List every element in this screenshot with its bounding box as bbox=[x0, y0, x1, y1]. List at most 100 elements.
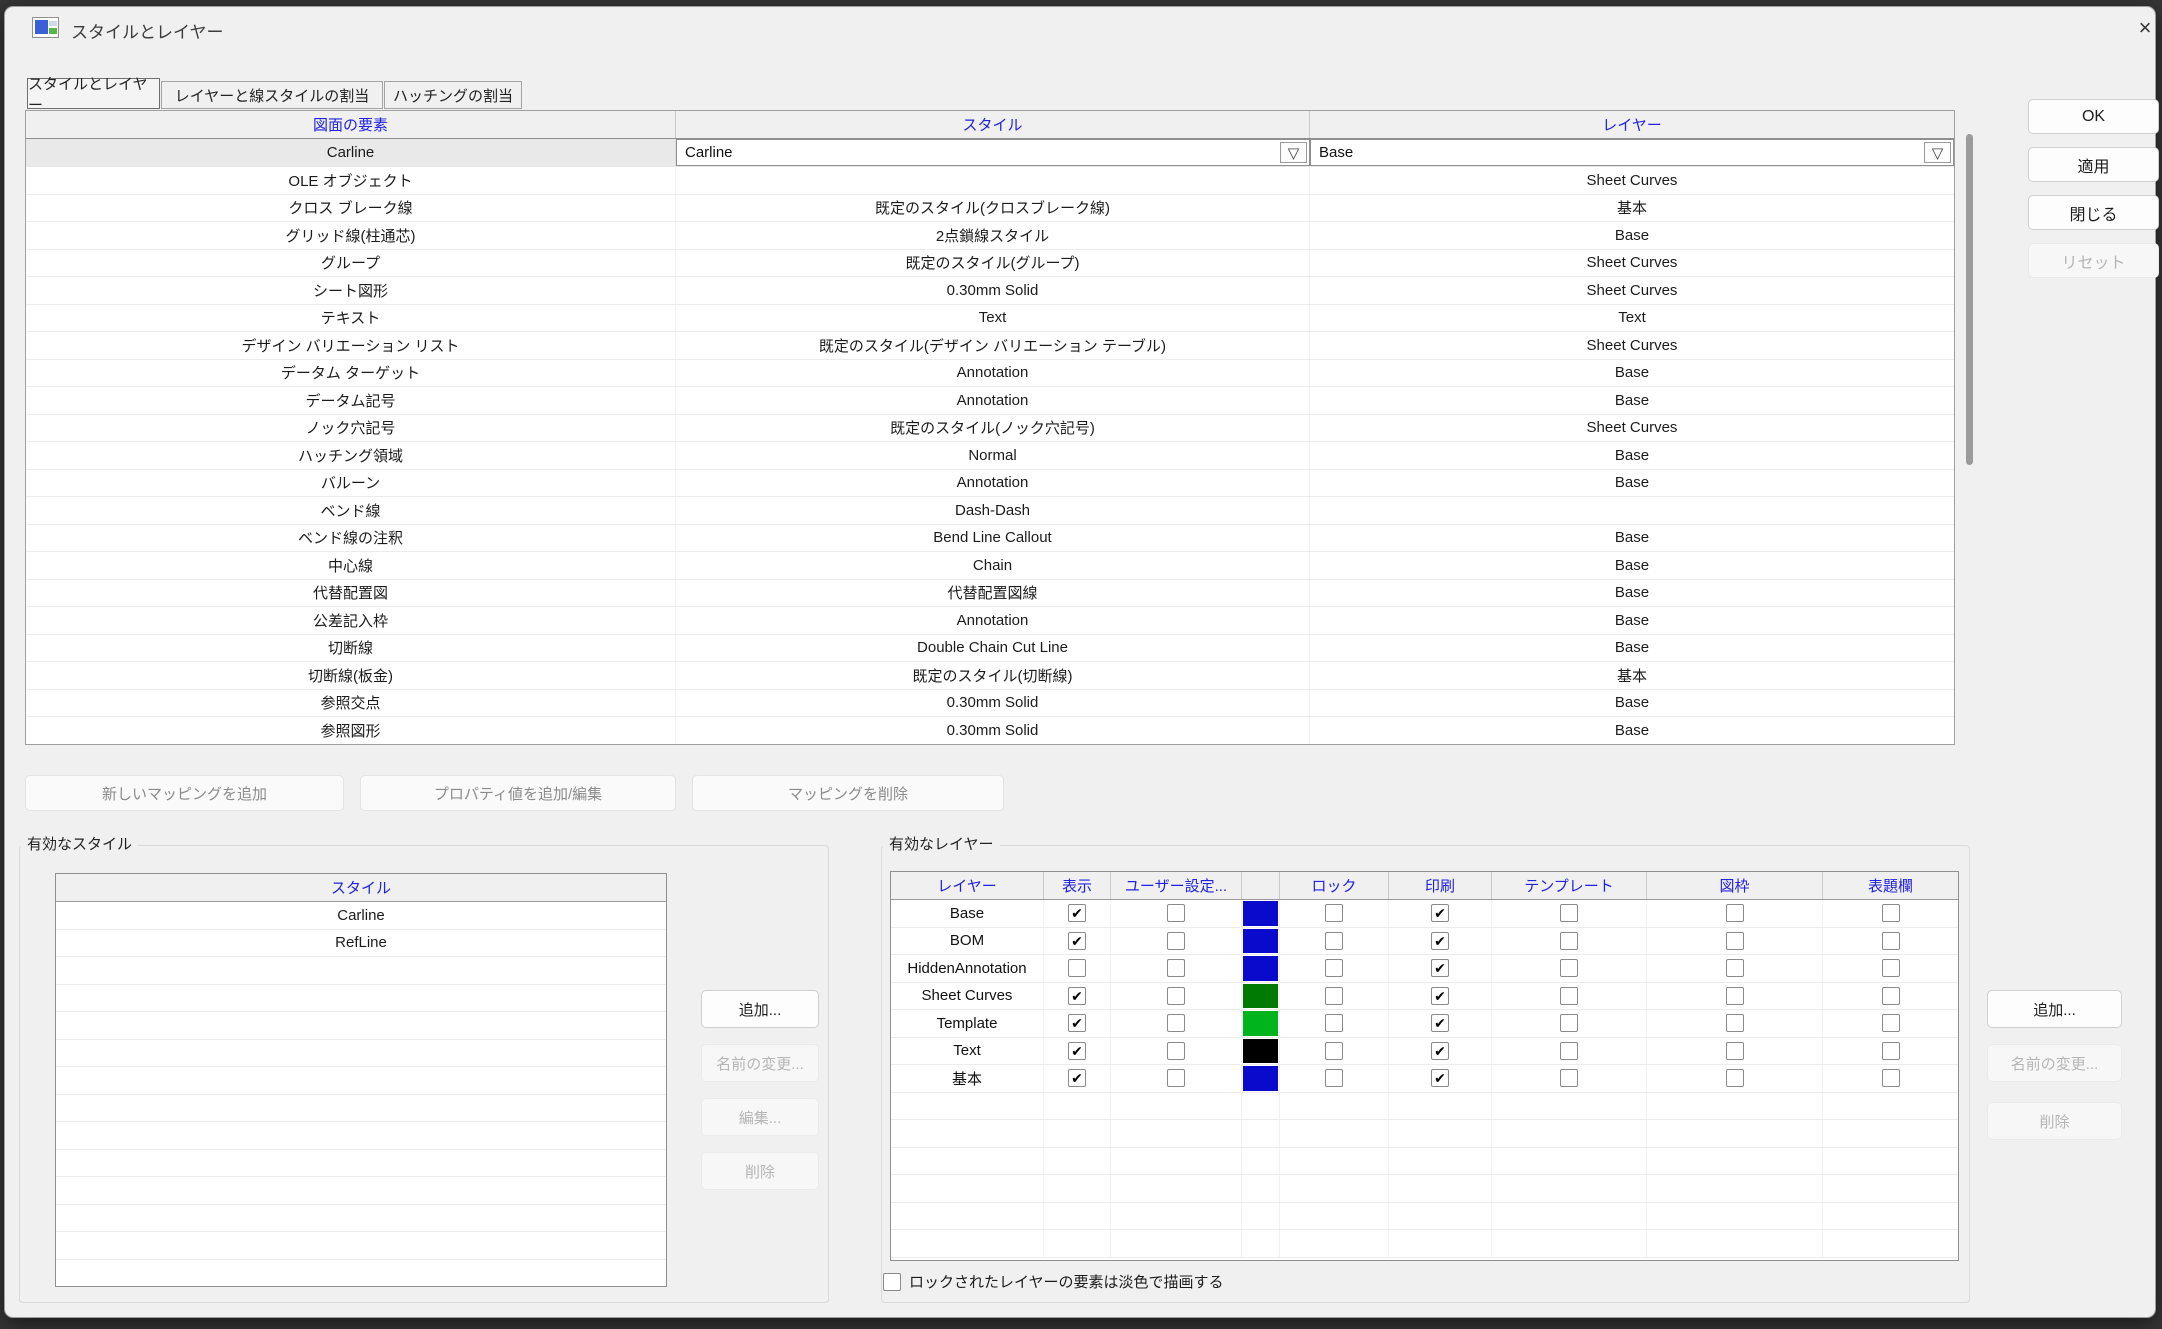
layer-title-block-checkbox[interactable] bbox=[1882, 959, 1900, 977]
layer-title-block-checkbox[interactable] bbox=[1882, 1042, 1900, 1060]
layer-rename-button[interactable]: 名前の変更... bbox=[1987, 1044, 2122, 1082]
layer-lock-checkbox[interactable] bbox=[1325, 1014, 1343, 1032]
layer-visible-checkbox[interactable]: ✔ bbox=[1068, 987, 1086, 1005]
style-filter-dropdown-icon[interactable]: ▽ bbox=[1280, 142, 1307, 163]
layer-print-checkbox[interactable]: ✔ bbox=[1431, 987, 1449, 1005]
layer-name-cell[interactable]: Text bbox=[891, 1038, 1044, 1065]
layer-template-checkbox[interactable] bbox=[1560, 932, 1578, 950]
layer-row[interactable]: Sheet Curves✔✔ bbox=[891, 983, 1958, 1011]
layer-visible-checkbox[interactable]: ✔ bbox=[1068, 1014, 1086, 1032]
layer-name-cell[interactable]: 基本 bbox=[891, 1065, 1044, 1092]
add-edit-property-value-button[interactable]: プロパティ値を追加/編集 bbox=[360, 775, 676, 811]
lock-dim-checkbox[interactable] bbox=[883, 1273, 901, 1291]
layer-visible-checkbox[interactable]: ✔ bbox=[1068, 1042, 1086, 1060]
layer-color-swatch[interactable] bbox=[1242, 983, 1280, 1010]
layer-print-checkbox[interactable]: ✔ bbox=[1431, 904, 1449, 922]
layer-template-checkbox[interactable] bbox=[1560, 1069, 1578, 1087]
layer-user-defined-checkbox[interactable] bbox=[1167, 932, 1185, 950]
layer-delete-button[interactable]: 削除 bbox=[1987, 1102, 2122, 1140]
layer-title-block-checkbox[interactable] bbox=[1882, 904, 1900, 922]
layer-user-defined-checkbox[interactable] bbox=[1167, 1042, 1185, 1060]
selected-mapping-row[interactable]: Carline Carline ▽ Base ▽ bbox=[26, 139, 1954, 167]
layer-row[interactable]: HiddenAnnotation ✔ bbox=[891, 955, 1958, 983]
delete-mapping-button[interactable]: マッピングを削除 bbox=[692, 775, 1004, 811]
ok-button[interactable]: OK bbox=[2028, 99, 2159, 134]
layer-filter-dropdown-icon[interactable]: ▽ bbox=[1924, 142, 1951, 163]
layer-user-defined-checkbox[interactable] bbox=[1167, 1014, 1185, 1032]
layer-name-cell[interactable]: Template bbox=[891, 1010, 1044, 1037]
layer-user-defined-checkbox[interactable] bbox=[1167, 959, 1185, 977]
close-icon[interactable]: × bbox=[2127, 13, 2162, 43]
tab-layer-linestyle-assignment[interactable]: レイヤーと線スタイルの割当 bbox=[161, 81, 383, 109]
mapping-row[interactable]: 中心線ChainBase bbox=[26, 552, 1954, 580]
layer-color-swatch[interactable] bbox=[1242, 1065, 1280, 1092]
reset-button[interactable]: リセット bbox=[2028, 243, 2159, 278]
layer-print-checkbox[interactable]: ✔ bbox=[1431, 959, 1449, 977]
layer-color-swatch[interactable] bbox=[1242, 1010, 1280, 1037]
mapping-row[interactable]: 参照交点0.30mm SolidBase bbox=[26, 690, 1954, 718]
mapping-row[interactable]: 公差記入枠AnnotationBase bbox=[26, 607, 1954, 635]
layer-title-block-checkbox[interactable] bbox=[1882, 932, 1900, 950]
layer-template-checkbox[interactable] bbox=[1560, 987, 1578, 1005]
mapping-row[interactable]: ハッチング領域NormalBase bbox=[26, 442, 1954, 470]
layer-frame-checkbox[interactable] bbox=[1726, 1042, 1744, 1060]
style-delete-button[interactable]: 削除 bbox=[701, 1152, 819, 1190]
tab-styles-and-layers[interactable]: スタイルとレイヤー bbox=[27, 78, 160, 109]
style-list-item[interactable]: RefLine bbox=[56, 930, 666, 958]
mapping-row[interactable]: グループ既定のスタイル(グループ)Sheet Curves bbox=[26, 250, 1954, 278]
layer-lock-checkbox[interactable] bbox=[1325, 1069, 1343, 1087]
mapping-row[interactable]: 切断線Double Chain Cut LineBase bbox=[26, 635, 1954, 663]
layer-user-defined-checkbox[interactable] bbox=[1167, 904, 1185, 922]
layer-name-cell[interactable]: HiddenAnnotation bbox=[891, 955, 1044, 982]
layer-combobox[interactable]: Base ▽ bbox=[1310, 139, 1954, 166]
layer-visible-checkbox[interactable]: ✔ bbox=[1068, 1069, 1086, 1087]
add-new-mapping-button[interactable]: 新しいマッピングを追加 bbox=[25, 775, 344, 811]
layer-visible-checkbox[interactable]: ✔ bbox=[1068, 904, 1086, 922]
mapping-row[interactable]: グリッド線(柱通芯)2点鎖線スタイルBase bbox=[26, 222, 1954, 250]
style-combobox[interactable]: Carline ▽ bbox=[676, 139, 1310, 166]
layer-row[interactable]: BOM✔✔ bbox=[891, 928, 1958, 956]
mapping-row[interactable]: データム記号AnnotationBase bbox=[26, 387, 1954, 415]
layer-frame-checkbox[interactable] bbox=[1726, 987, 1744, 1005]
layer-lock-checkbox[interactable] bbox=[1325, 904, 1343, 922]
layer-frame-checkbox[interactable] bbox=[1726, 1014, 1744, 1032]
layer-lock-checkbox[interactable] bbox=[1325, 987, 1343, 1005]
layer-color-swatch[interactable] bbox=[1242, 955, 1280, 982]
layer-color-swatch[interactable] bbox=[1242, 900, 1280, 927]
close-button[interactable]: 閉じる bbox=[2028, 195, 2159, 230]
layer-color-swatch[interactable] bbox=[1242, 928, 1280, 955]
layer-print-checkbox[interactable]: ✔ bbox=[1431, 1014, 1449, 1032]
layer-title-block-checkbox[interactable] bbox=[1882, 1069, 1900, 1087]
mapping-row[interactable]: データム ターゲットAnnotationBase bbox=[26, 360, 1954, 388]
mapping-row[interactable]: ベンド線Dash-Dash bbox=[26, 497, 1954, 525]
layer-lock-checkbox[interactable] bbox=[1325, 1042, 1343, 1060]
layer-template-checkbox[interactable] bbox=[1560, 1014, 1578, 1032]
layer-title-block-checkbox[interactable] bbox=[1882, 987, 1900, 1005]
layer-user-defined-checkbox[interactable] bbox=[1167, 987, 1185, 1005]
layer-print-checkbox[interactable]: ✔ bbox=[1431, 1042, 1449, 1060]
tab-hatching-assignment[interactable]: ハッチングの割当 bbox=[384, 81, 522, 109]
layer-frame-checkbox[interactable] bbox=[1726, 904, 1744, 922]
layer-row[interactable]: 基本 ✔ ✔ bbox=[891, 1065, 1958, 1093]
style-add-button[interactable]: 追加... bbox=[701, 990, 819, 1028]
mapping-row[interactable]: クロス ブレーク線既定のスタイル(クロスブレーク線)基本 bbox=[26, 195, 1954, 223]
layer-frame-checkbox[interactable] bbox=[1726, 959, 1744, 977]
layer-row[interactable]: Base ✔ ✔ bbox=[891, 900, 1958, 928]
layer-lock-checkbox[interactable] bbox=[1325, 932, 1343, 950]
layer-frame-checkbox[interactable] bbox=[1726, 932, 1744, 950]
layer-visible-checkbox[interactable]: ✔ bbox=[1068, 932, 1086, 950]
apply-button[interactable]: 適用 bbox=[2028, 147, 2159, 182]
mapping-row[interactable]: 代替配置図代替配置図線Base bbox=[26, 580, 1954, 608]
layer-template-checkbox[interactable] bbox=[1560, 904, 1578, 922]
layer-print-checkbox[interactable]: ✔ bbox=[1431, 1069, 1449, 1087]
style-rename-button[interactable]: 名前の変更... bbox=[701, 1044, 819, 1082]
mapping-row[interactable]: OLE オブジェクトSheet Curves bbox=[26, 167, 1954, 195]
mapping-row[interactable]: ノック穴記号既定のスタイル(ノック穴記号)Sheet Curves bbox=[26, 415, 1954, 443]
layer-frame-checkbox[interactable] bbox=[1726, 1069, 1744, 1087]
scrollbar-thumb[interactable] bbox=[1966, 134, 1973, 465]
style-edit-button[interactable]: 編集... bbox=[701, 1098, 819, 1136]
layer-lock-checkbox[interactable] bbox=[1325, 959, 1343, 977]
layer-template-checkbox[interactable] bbox=[1560, 959, 1578, 977]
style-list-item[interactable]: Carline bbox=[56, 902, 666, 930]
layer-name-cell[interactable]: Base bbox=[891, 900, 1044, 927]
